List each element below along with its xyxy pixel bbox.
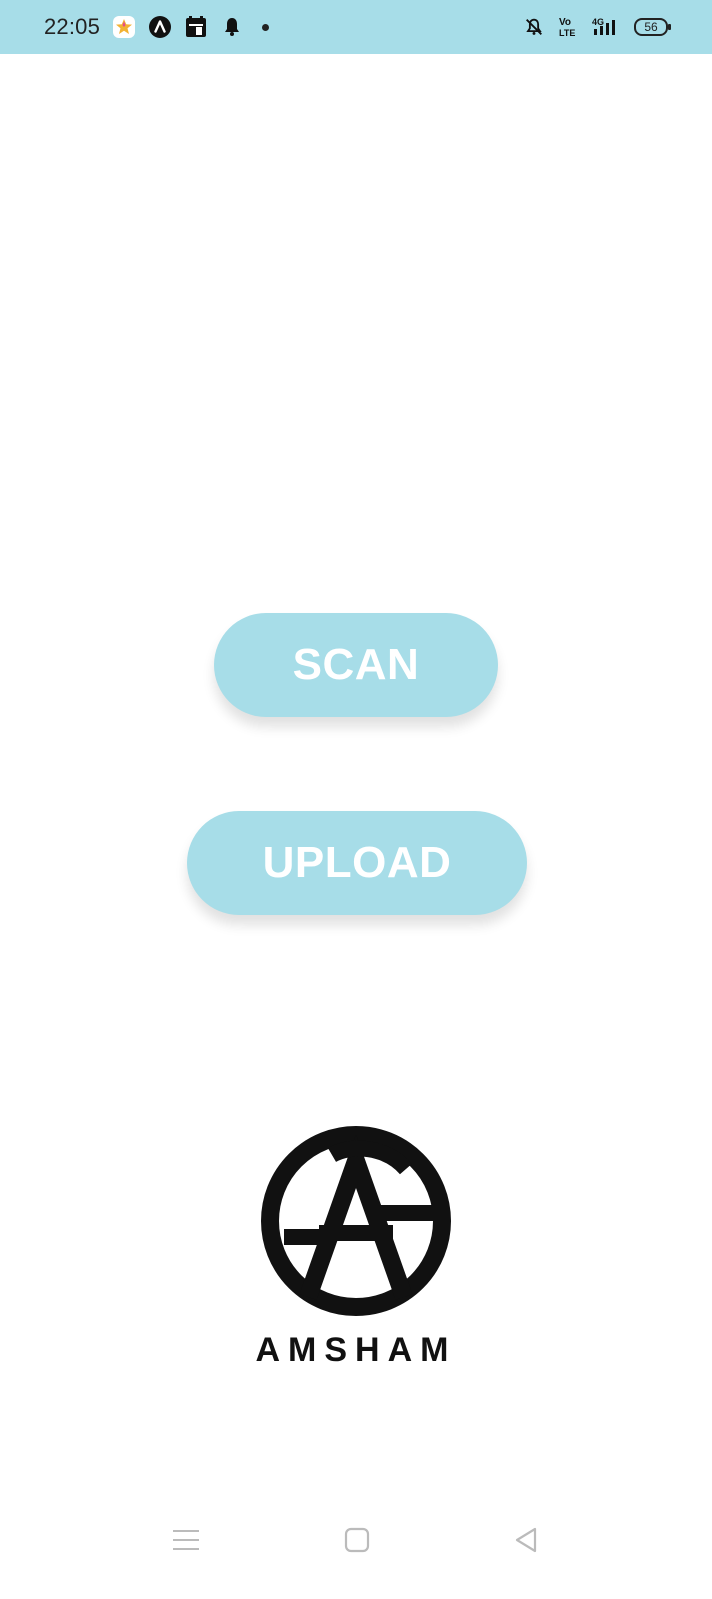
mute-icon [522, 15, 546, 39]
upload-button[interactable]: UPLOAD [187, 811, 527, 915]
scan-button[interactable]: SCAN [214, 613, 498, 717]
photos-icon [112, 15, 136, 39]
home-square-icon[interactable] [327, 1510, 387, 1570]
app-a-icon [148, 15, 172, 39]
calendar-icon [184, 15, 208, 39]
menu-lines-icon[interactable] [156, 1510, 216, 1570]
svg-text:4G: 4G [592, 17, 604, 27]
battery-icon: 56 [634, 18, 671, 36]
status-bar: 22:05 Vo LTE 4G 56 [0, 0, 712, 54]
brand-logo [256, 1121, 456, 1321]
svg-text:LTE: LTE [559, 28, 575, 38]
signal-4g-icon: 4G [590, 15, 624, 39]
status-left: 22:05 [44, 0, 270, 54]
back-triangle-icon[interactable] [496, 1510, 556, 1570]
status-right: Vo LTE 4G 56 [522, 0, 671, 54]
volte-icon: Vo LTE [556, 15, 580, 39]
battery-level: 56 [644, 20, 658, 34]
dot-icon [262, 23, 270, 31]
notification-bell-icon [220, 15, 244, 39]
svg-text:Vo: Vo [559, 17, 571, 28]
brand-name: AMSHAM [255, 1331, 457, 1369]
navigation-bar [0, 1510, 712, 1570]
status-time: 22:05 [44, 14, 101, 39]
amsham-logo-icon [261, 1126, 451, 1316]
